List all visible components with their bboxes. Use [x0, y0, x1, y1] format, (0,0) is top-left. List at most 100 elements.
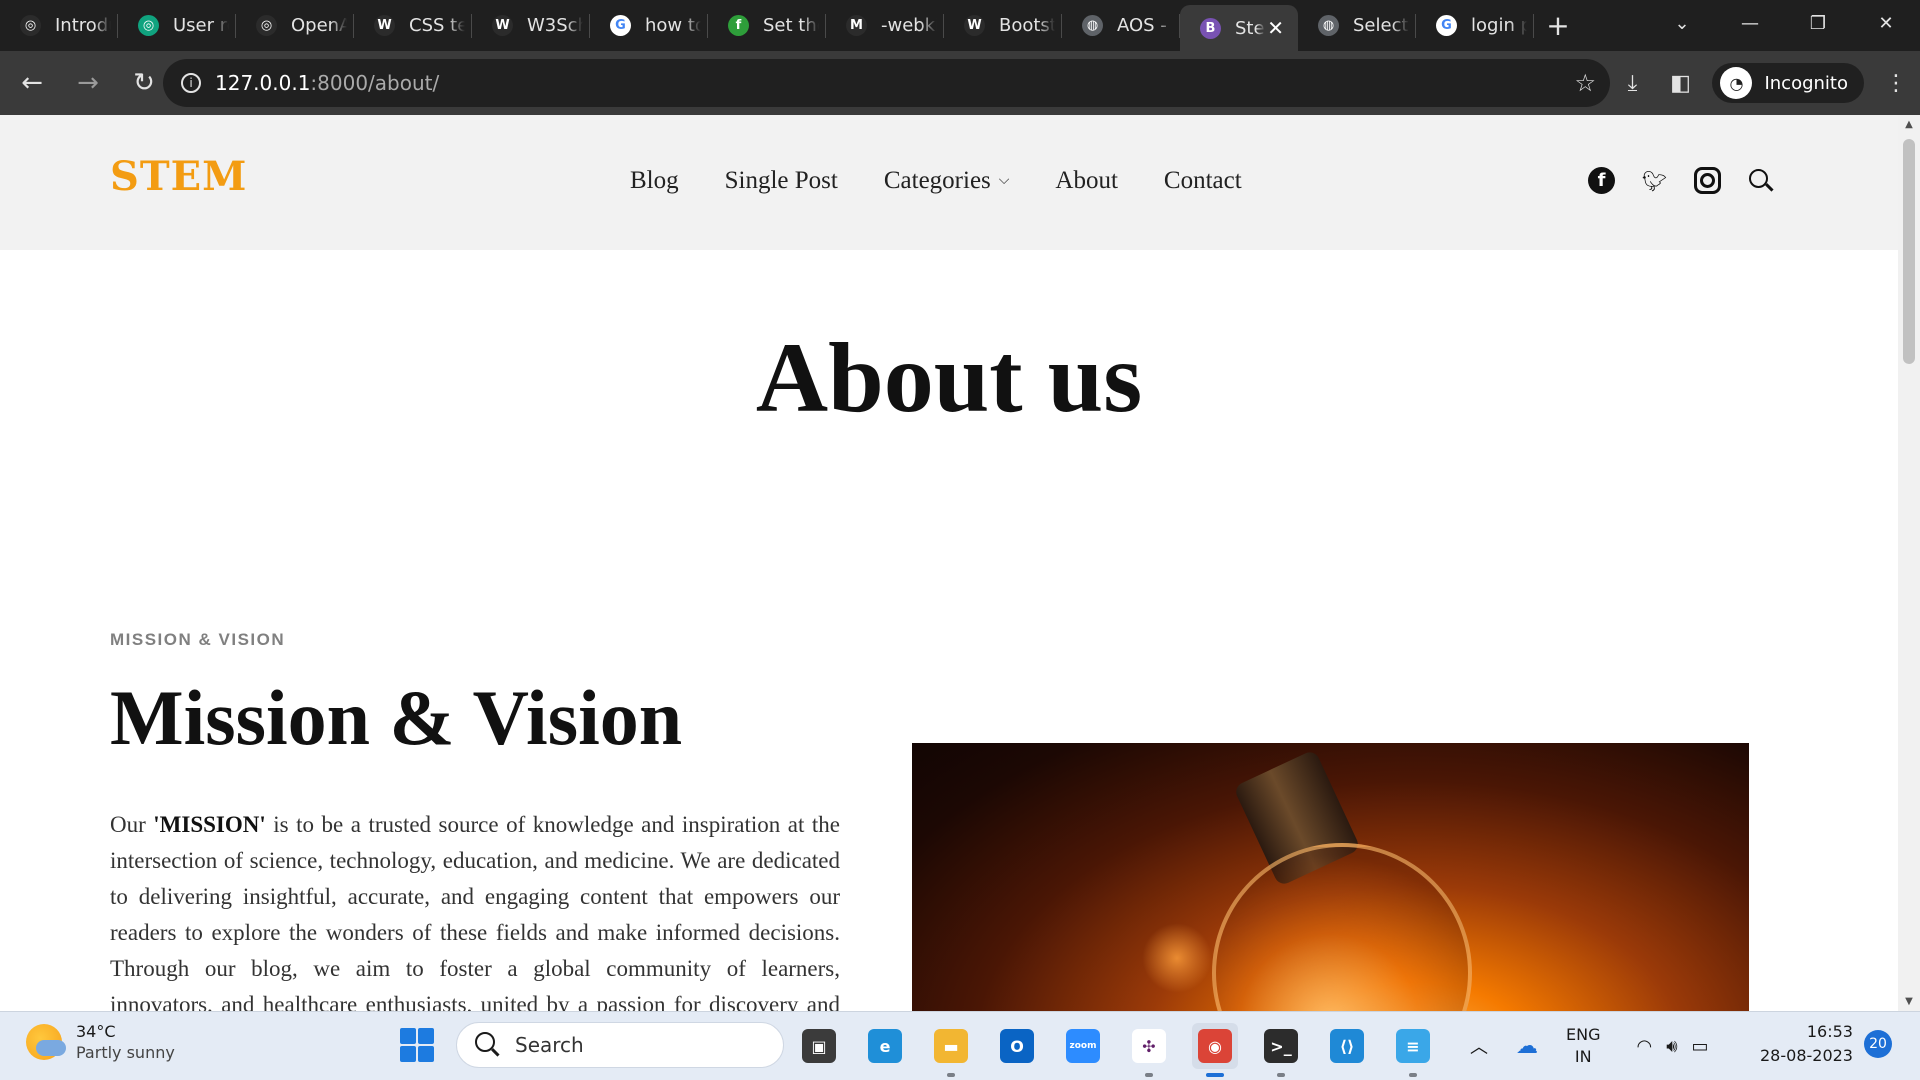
- browser-toolbar: ← → ↻ i 127.0.0.1:8000/about/ ☆ ⤓ ◧ ◔ In…: [0, 51, 1920, 115]
- nav-categories[interactable]: Categories ⌵: [884, 167, 1010, 195]
- language-indicator[interactable]: ENG IN: [1566, 1024, 1600, 1068]
- browser-tab-strip: ◎ Introdu ◎ User re ◎ OpenA W CSS te W W3Sch Ghow …: [0, 0, 1920, 51]
- taskbar-app-zoom[interactable]: zoom: [1060, 1023, 1106, 1069]
- clock[interactable]: 16:53 28-08-2023: [1760, 1020, 1853, 1068]
- url-text[interactable]: 127.0.0.1:8000/about/: [215, 71, 439, 95]
- browser-tab[interactable]: W W3Sch: [472, 0, 590, 51]
- file-explorer-icon: ▬: [934, 1029, 968, 1063]
- taskbar-app-file-explorer[interactable]: ▬: [928, 1023, 974, 1077]
- site-logo[interactable]: STEM: [110, 153, 247, 200]
- taskbar-app-task-view[interactable]: ▣: [796, 1023, 842, 1069]
- section-eyebrow: MISSION & VISION: [110, 630, 286, 649]
- incognito-label: Incognito: [1764, 72, 1848, 94]
- url-path: :8000/about/: [310, 71, 440, 95]
- tab-favicon-icon: ◎: [20, 15, 41, 36]
- tab-title: Select: [1353, 15, 1409, 36]
- page-scrollbar[interactable]: ▲ ▼: [1898, 115, 1920, 1011]
- back-icon[interactable]: ←: [8, 59, 56, 107]
- bookmark-star-icon[interactable]: ☆: [1574, 69, 1596, 97]
- chevron-down-icon: ⌵: [998, 173, 1010, 188]
- browser-tab[interactable]: B Ste ✕: [1180, 5, 1298, 51]
- site-header: STEM Blog Single Post Categories ⌵ About …: [0, 115, 1898, 250]
- taskbar-app-chrome[interactable]: ◉: [1192, 1023, 1238, 1077]
- url-host: 127.0.0.1: [215, 71, 311, 95]
- site-info-icon[interactable]: i: [181, 73, 201, 93]
- tab-title: CSS te: [409, 15, 465, 36]
- browser-tab[interactable]: ◎ Introdu: [0, 0, 118, 51]
- scrollbar-thumb[interactable]: [1903, 139, 1915, 364]
- close-tab-icon[interactable]: ✕: [1267, 16, 1284, 40]
- instagram-icon[interactable]: [1694, 167, 1721, 194]
- nav-blog[interactable]: Blog: [630, 167, 679, 195]
- search-icon[interactable]: [1747, 167, 1774, 194]
- nav-contact[interactable]: Contact: [1164, 167, 1242, 195]
- windows-taskbar: 34°C Partly sunny Search ▣ e ▬ Ozoom ✣ ◉ >_ ⟨⟩ ≡…: [0, 1011, 1920, 1080]
- tab-favicon-icon: ◍: [1318, 15, 1339, 36]
- tab-title: Ste: [1235, 17, 1265, 39]
- tab-title: how to: [645, 15, 701, 36]
- tab-title: AOS - /: [1117, 15, 1173, 36]
- task-view-icon: ▣: [802, 1029, 836, 1063]
- weather-widget[interactable]: 34°C Partly sunny: [26, 1022, 175, 1062]
- battery-icon[interactable]: ▭: [1692, 1036, 1709, 1057]
- browser-tab[interactable]: f Set the: [708, 0, 826, 51]
- weather-temperature: 34°C: [76, 1022, 116, 1041]
- minimize-icon[interactable]: —: [1716, 0, 1784, 46]
- browser-tab[interactable]: ◍ AOS - /: [1062, 0, 1180, 51]
- chevron-up-icon[interactable]: ︿: [1470, 1033, 1488, 1059]
- incognito-profile-button[interactable]: ◔ Incognito: [1712, 63, 1864, 103]
- download-icon[interactable]: ⤓: [1608, 71, 1656, 96]
- terminal-icon: >_: [1264, 1029, 1298, 1063]
- tab-title: Bootst: [999, 15, 1055, 36]
- twitter-icon[interactable]: 🐦︎: [1641, 167, 1668, 194]
- tab-favicon-icon: ◎: [256, 15, 277, 36]
- address-bar[interactable]: i 127.0.0.1:8000/about/ ☆: [163, 59, 1610, 107]
- taskbar-app-vscode[interactable]: ⟨⟩: [1324, 1023, 1370, 1069]
- taskbar-app-edge[interactable]: e: [862, 1023, 908, 1069]
- notification-badge[interactable]: 20: [1864, 1030, 1892, 1058]
- browser-tab[interactable]: ◍ Select: [1298, 0, 1416, 51]
- browser-tab[interactable]: W CSS te: [354, 0, 472, 51]
- start-button[interactable]: [400, 1028, 434, 1062]
- forward-icon[interactable]: →: [64, 59, 112, 107]
- menu-kebab-icon[interactable]: ⋮: [1872, 71, 1920, 96]
- wifi-icon[interactable]: ◠: [1636, 1036, 1652, 1057]
- browser-tab[interactable]: ◎ User re: [118, 0, 236, 51]
- facebook-icon[interactable]: f: [1588, 167, 1615, 194]
- tab-title: Introdu: [55, 15, 111, 36]
- reload-icon[interactable]: ↻: [120, 59, 168, 107]
- browser-tab[interactable]: Glogin p: [1416, 0, 1534, 51]
- social-links: f 🐦︎: [1588, 167, 1774, 194]
- tab-title: OpenA: [291, 15, 347, 36]
- para-prefix: Our: [110, 812, 154, 837]
- onedrive-icon[interactable]: ☁: [1516, 1034, 1538, 1059]
- scroll-down-icon[interactable]: ▼: [1898, 996, 1920, 1007]
- tab-favicon-icon: W: [374, 15, 395, 36]
- chrome-icon: ◉: [1198, 1029, 1232, 1063]
- taskbar-app-slack[interactable]: ✣: [1126, 1023, 1172, 1077]
- scroll-up-icon[interactable]: ▲: [1898, 119, 1920, 130]
- browser-tab[interactable]: Ghow to: [590, 0, 708, 51]
- lang-code: ENG: [1566, 1025, 1601, 1044]
- browser-tab[interactable]: ◎ OpenA: [236, 0, 354, 51]
- incognito-icon: ◔: [1720, 67, 1753, 99]
- taskbar-app-outlook[interactable]: O: [994, 1023, 1040, 1069]
- slack-icon: ✣: [1132, 1029, 1166, 1063]
- taskbar-app-notepad[interactable]: ≡: [1390, 1023, 1436, 1077]
- page-viewport: STEM Blog Single Post Categories ⌵ About …: [0, 115, 1898, 1011]
- new-tab-button[interactable]: +: [1534, 0, 1582, 51]
- nav-about[interactable]: About: [1055, 167, 1118, 195]
- taskbar-app-terminal[interactable]: >_: [1258, 1023, 1304, 1077]
- side-panel-icon[interactable]: ◧: [1656, 71, 1704, 96]
- tab-title: -webki: [881, 15, 937, 36]
- volume-icon[interactable]: 🔊︎: [1666, 1036, 1677, 1057]
- clock-date: 28-08-2023: [1760, 1046, 1853, 1065]
- partly-sunny-icon: [26, 1024, 66, 1060]
- browser-tab[interactable]: M -webki: [826, 0, 944, 51]
- browser-tab[interactable]: W Bootst: [944, 0, 1062, 51]
- taskbar-search[interactable]: Search: [456, 1022, 784, 1068]
- restore-icon[interactable]: ❐: [1784, 0, 1852, 46]
- close-window-icon[interactable]: ✕: [1852, 0, 1920, 46]
- tab-search-icon[interactable]: ⌄: [1648, 0, 1716, 46]
- nav-single-post[interactable]: Single Post: [725, 167, 838, 195]
